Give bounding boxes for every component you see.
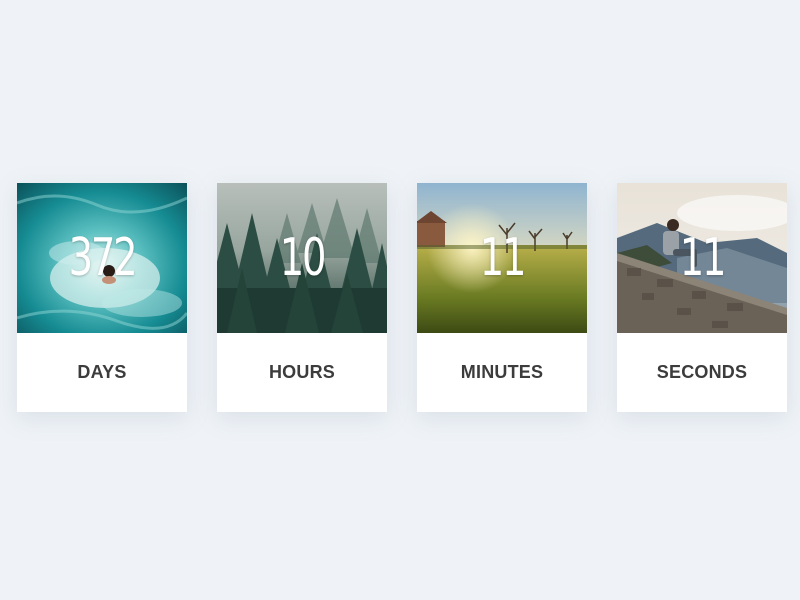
countdown-card-days: 372 DAYS	[17, 183, 187, 412]
hours-value: 10	[279, 228, 327, 288]
countdown-card-seconds: 11 SECONDS	[617, 183, 787, 412]
minutes-value: 11	[479, 228, 527, 288]
ocean-swimmer-photo: 372	[17, 183, 187, 333]
seconds-value: 11	[679, 228, 727, 288]
seconds-label: SECONDS	[656, 362, 748, 382]
days-value: 372	[68, 228, 138, 288]
hours-label: HOURS	[268, 362, 335, 382]
misty-forest-photo: 10	[217, 183, 387, 333]
countdown-card-hours: 10 HOURS	[217, 183, 387, 412]
sunlit-meadow-photo: 11	[417, 183, 587, 333]
countdown-timer: 372 DAYS 10 HOURS 11 MINUTES 11 SECONDS	[0, 0, 800, 600]
minutes-label: MINUTES	[460, 362, 544, 382]
man-on-stone-wall-photo: 11	[617, 183, 787, 333]
days-label: DAYS	[77, 362, 127, 382]
countdown-card-minutes: 11 MINUTES	[417, 183, 587, 412]
